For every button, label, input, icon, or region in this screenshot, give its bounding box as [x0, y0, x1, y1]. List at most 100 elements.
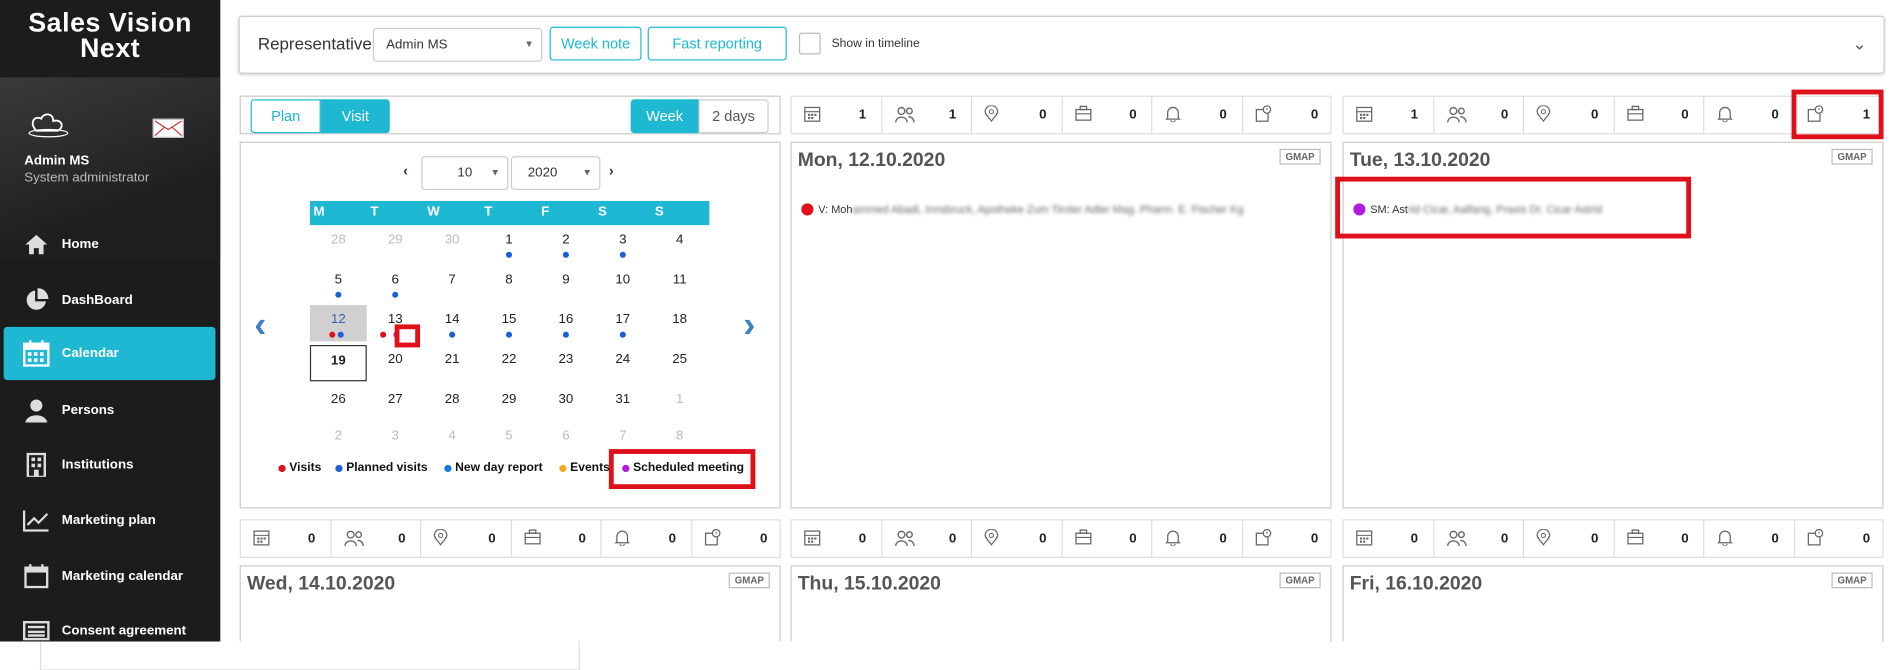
day-stat-cell[interactable]: 0 [1152, 96, 1243, 134]
representative-select[interactable]: Admin MS ▼ [372, 27, 543, 62]
calendar-day[interactable]: 26 [310, 385, 367, 421]
day-stat-cell[interactable]: 0 [692, 521, 782, 557]
calendar-day[interactable]: 30 [537, 385, 594, 421]
calendar-day[interactable]: 3 [594, 225, 651, 261]
day-stat-cell[interactable]: 0 [1614, 520, 1705, 557]
day-stat-cell[interactable]: 0 [1062, 520, 1153, 557]
calendar-day[interactable]: 21 [424, 345, 481, 381]
gmap-button[interactable]: GMAP [728, 572, 770, 589]
calendar-event[interactable]: V: Moh ammed Abadi, Innsbruck, Apotheke Z… [801, 203, 1244, 216]
day-stat-cell[interactable]: 0 [1434, 96, 1525, 134]
calendar-day[interactable]: 1 [481, 225, 538, 261]
nav-item-marketing-calendar[interactable]: Marketing calendar [4, 550, 216, 603]
month-select[interactable]: 10 ▼ [421, 156, 509, 191]
calendar-day[interactable]: 2 [310, 421, 367, 457]
calendar-day[interactable]: 4 [651, 225, 708, 261]
day-stat-cell[interactable]: 0 [1152, 520, 1243, 557]
day-stat-cell[interactable]: 0 [1524, 520, 1615, 557]
calendar-day[interactable]: 29 [481, 385, 538, 421]
plan-toggle[interactable]: Plan [250, 99, 321, 134]
next-month-arrow-icon[interactable]: › [609, 162, 614, 179]
calendar-day[interactable]: 19 [309, 344, 367, 382]
mail-icon[interactable] [152, 118, 184, 138]
gmap-button[interactable]: GMAP [1279, 572, 1321, 589]
nav-item-dashboard[interactable]: DashBoard [4, 274, 216, 327]
week-note-button[interactable]: Week note [549, 26, 642, 61]
nav-item-persons[interactable]: Persons [4, 384, 216, 437]
nav-item-calendar[interactable]: Calendar [3, 326, 216, 381]
calendar-day[interactable]: 16 [537, 305, 594, 341]
collapse-chevron-icon[interactable]: ⌄ [1852, 34, 1866, 55]
calendar-day[interactable]: 6 [537, 421, 594, 457]
day-stat-cell[interactable]: 0 [1524, 96, 1615, 134]
gmap-button[interactable]: GMAP [1831, 148, 1873, 165]
prev-week-arrow-icon[interactable]: ‹ [254, 305, 266, 346]
calendar-day[interactable]: 31 [594, 385, 651, 421]
gmap-button[interactable]: GMAP [1279, 148, 1321, 165]
day-stat-cell[interactable]: 0 [1243, 521, 1333, 557]
calendar-day[interactable]: 28 [310, 225, 367, 261]
calendar-day[interactable]: 22 [481, 345, 538, 381]
year-select[interactable]: 2020 ▼ [510, 156, 601, 191]
calendar-day[interactable]: 5 [481, 421, 538, 457]
day-stat-cell[interactable]: 0 [421, 520, 512, 557]
nav-item-home[interactable]: Home [4, 218, 216, 271]
day-stat-cell[interactable]: 0 [1704, 96, 1795, 134]
calendar-day[interactable]: 10 [594, 265, 651, 301]
calendar-day[interactable]: 15 [481, 305, 538, 341]
day-stat-cell[interactable]: 1 [1344, 96, 1434, 134]
calendar-day[interactable]: 11 [651, 265, 708, 301]
day-stat-cell[interactable]: 0 [972, 96, 1063, 134]
calendar-day[interactable]: 5 [310, 265, 367, 301]
calendar-day[interactable]: 25 [651, 345, 708, 381]
fast-reporting-button[interactable]: Fast reporting [647, 26, 787, 61]
day-stat-cell[interactable]: 0 [1344, 520, 1434, 557]
day-stat-cell[interactable]: 1 [792, 96, 882, 134]
day-stat-cell[interactable]: 0 [1704, 520, 1795, 557]
calendar-day[interactable]: 9 [537, 265, 594, 301]
two-days-range-toggle[interactable]: 2 days [698, 99, 769, 134]
day-stat-cell[interactable]: 0 [792, 520, 882, 557]
day-stat-cell[interactable]: 0 [1243, 97, 1333, 133]
calendar-day[interactable]: 18 [651, 305, 708, 341]
nav-item-institutions[interactable]: Institutions [4, 438, 216, 491]
calendar-day[interactable]: 1 [651, 385, 708, 421]
calendar-day[interactable]: 4 [424, 421, 481, 457]
calendar-day[interactable]: 12 [309, 305, 367, 342]
day-stat-cell[interactable]: 0 [1795, 521, 1885, 557]
day-stat-cell[interactable]: 0 [1062, 96, 1153, 134]
nav-item-consent-agreement[interactable]: Consent agreement [4, 604, 216, 642]
show-in-timeline-checkbox[interactable] [798, 32, 821, 55]
day-stat-cell[interactable]: 0 [972, 520, 1063, 557]
day-stat-cell[interactable]: 0 [602, 520, 692, 557]
day-stat-cell[interactable]: 0 [331, 520, 422, 557]
gmap-button[interactable]: GMAP [1831, 572, 1873, 589]
calendar-day[interactable]: 3 [367, 421, 424, 457]
calendar-day[interactable]: 7 [424, 265, 481, 301]
calendar-day[interactable]: 23 [537, 345, 594, 381]
prev-month-arrow-icon[interactable]: ‹ [403, 162, 408, 179]
events-dot-icon [559, 464, 567, 472]
calendar-day[interactable]: 24 [594, 345, 651, 381]
calendar-day[interactable]: 2 [537, 225, 594, 261]
day-stat-cell[interactable]: 0 [241, 520, 332, 557]
calendar-day[interactable]: 20 [367, 345, 424, 381]
day-stat-cell[interactable]: 0 [511, 520, 602, 557]
calendar-day[interactable]: 8 [481, 265, 538, 301]
calendar-day[interactable]: 27 [367, 385, 424, 421]
calendar-day[interactable]: 28 [424, 385, 481, 421]
next-week-arrow-icon[interactable]: › [743, 305, 755, 346]
day-stat-cell[interactable]: 0 [1434, 520, 1525, 557]
visit-toggle[interactable]: Visit [320, 99, 390, 134]
day-stat-cell[interactable]: 0 [1614, 96, 1705, 134]
day-stat-cell[interactable]: 1 [882, 96, 973, 134]
calendar-day[interactable]: 30 [424, 225, 481, 261]
calendar-day[interactable]: 17 [594, 305, 651, 341]
calendar-day[interactable]: 6 [367, 265, 424, 301]
calendar-day[interactable]: 29 [367, 225, 424, 261]
nav-item-marketing-plan[interactable]: Marketing plan [4, 494, 216, 547]
week-range-toggle[interactable]: Week [630, 99, 699, 134]
calendar-day[interactable]: 14 [424, 305, 481, 341]
day-stat-cell[interactable]: 0 [882, 520, 973, 557]
user-avatar-icon[interactable] [24, 111, 75, 140]
